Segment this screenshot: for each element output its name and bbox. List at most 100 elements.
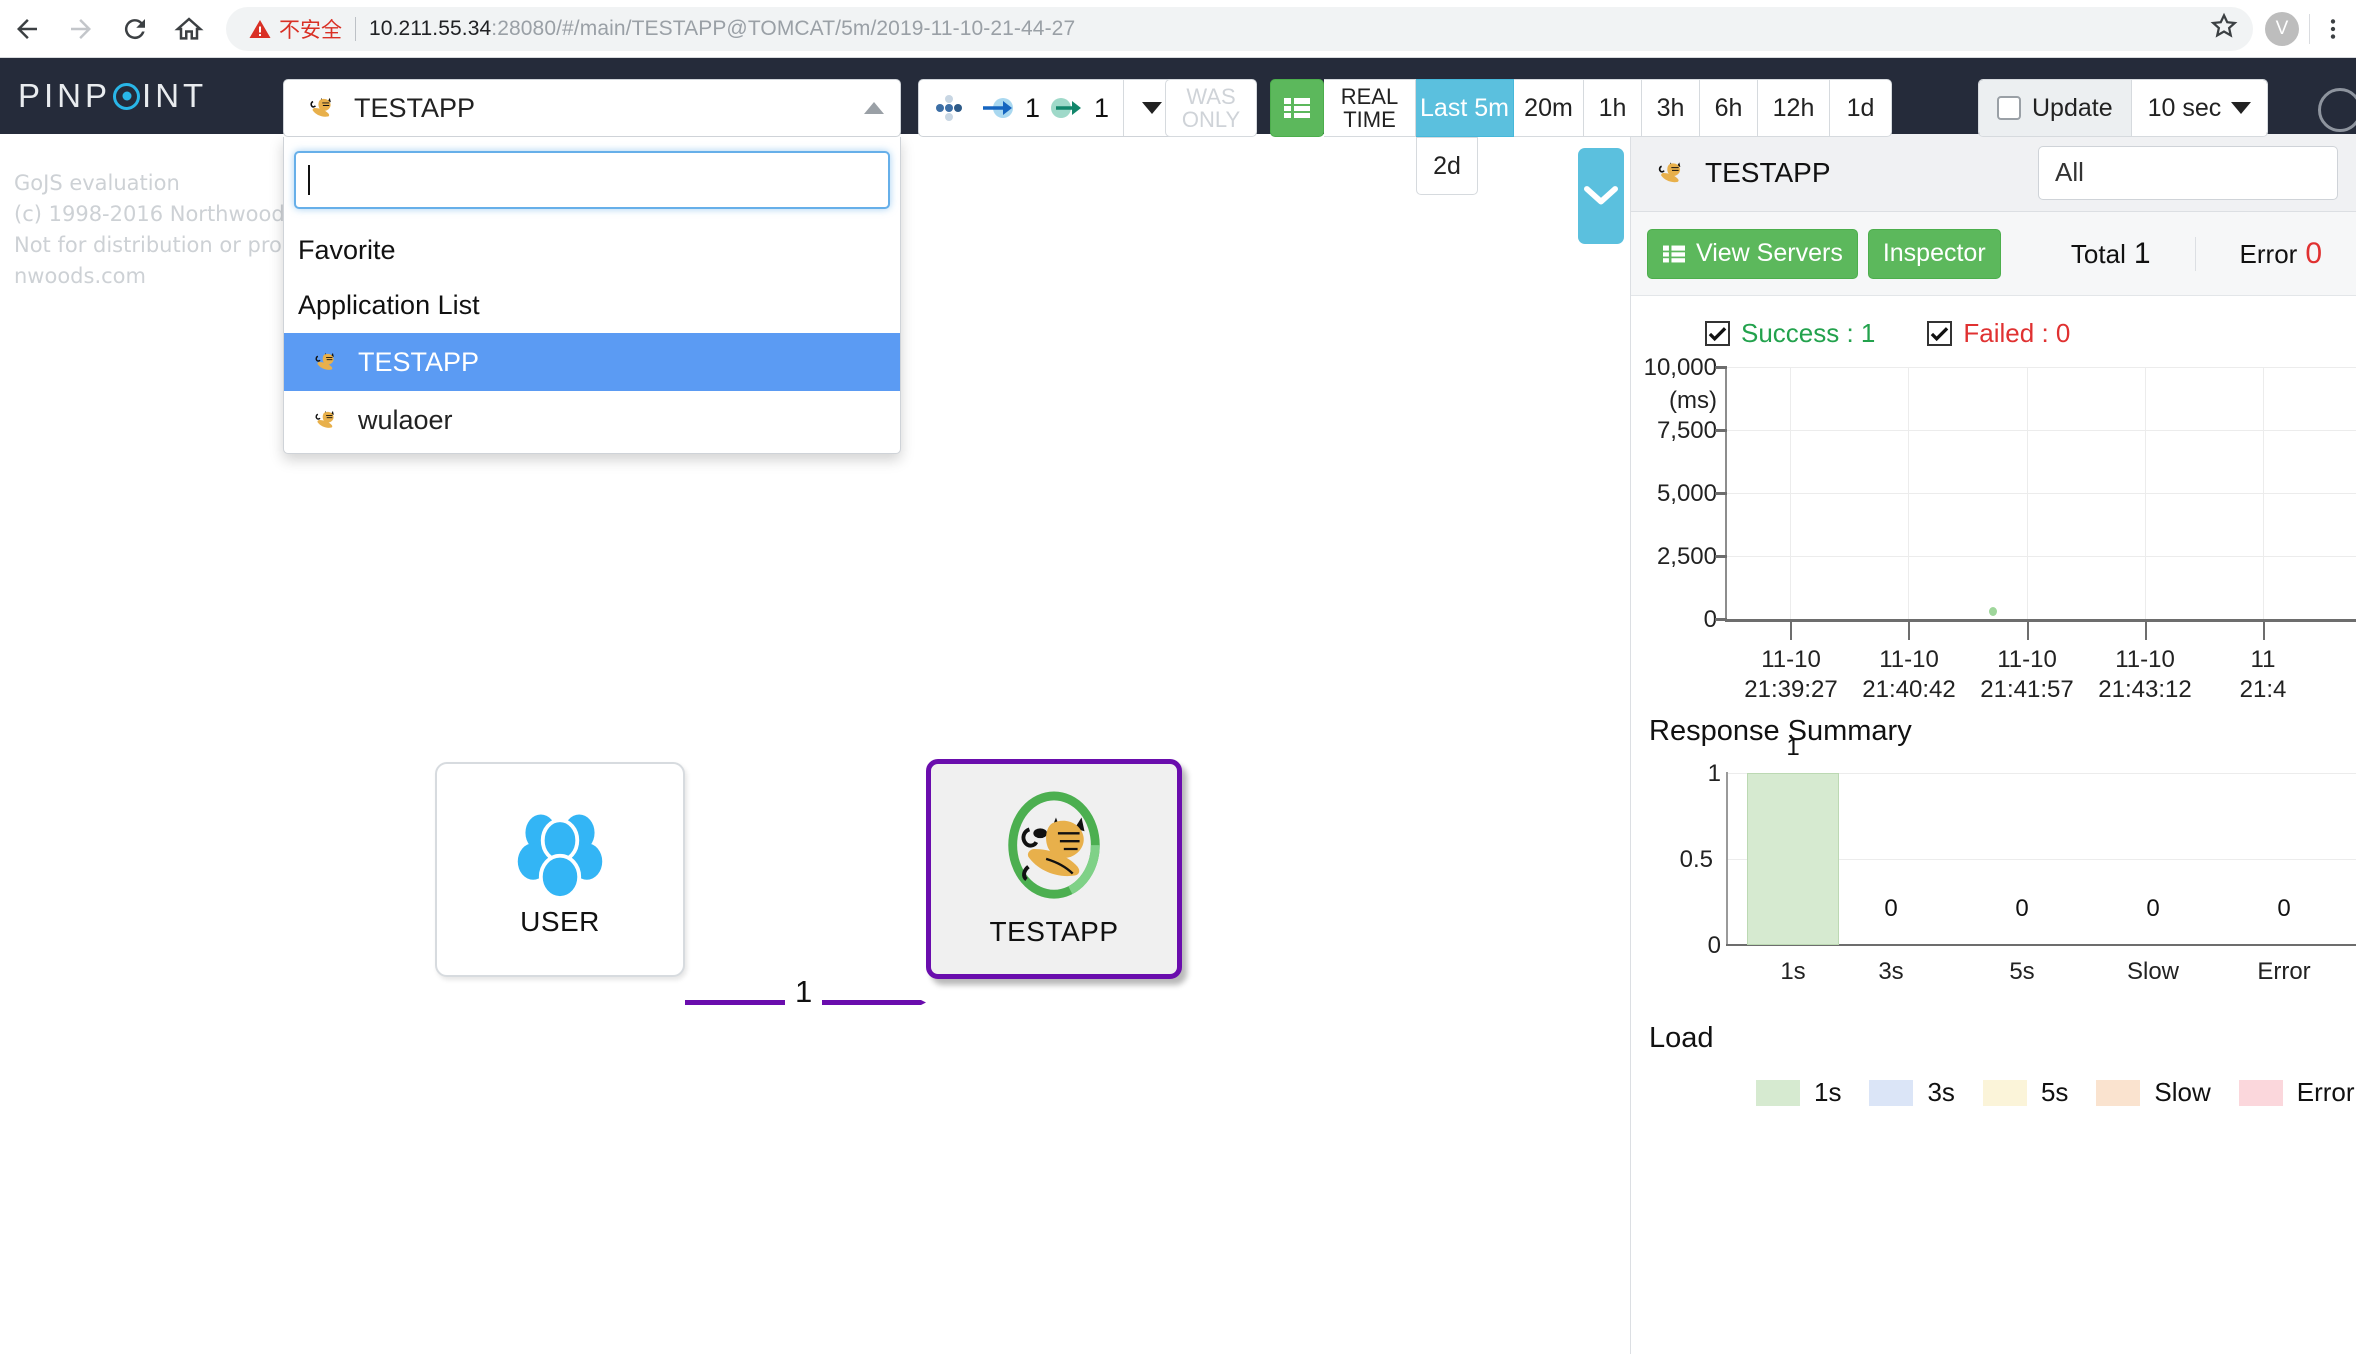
node-count-widget[interactable]: 1 1 bbox=[918, 79, 1181, 137]
success-toggle[interactable]: Success : 1 bbox=[1705, 318, 1875, 349]
dropdown-item-label: TESTAPP bbox=[358, 347, 479, 378]
tick bbox=[1715, 366, 1727, 369]
total-value: 1 bbox=[2134, 237, 2151, 271]
range-button-last-5m[interactable]: Last 5m bbox=[1416, 79, 1514, 137]
rs-value-error: 0 bbox=[2239, 895, 2329, 923]
scatter-xtick-0: 11-10 21:39:27 bbox=[1726, 645, 1856, 705]
text-cursor bbox=[308, 165, 310, 195]
application-search-input[interactable] bbox=[294, 151, 890, 209]
application-dropdown[interactable]: Favorite Application List TESTAPP wulaoe… bbox=[283, 137, 901, 454]
logo-ring-icon bbox=[113, 83, 140, 110]
inbound-count: 1 bbox=[1025, 93, 1040, 124]
load-legend-item-5s[interactable]: 5s bbox=[1983, 1077, 2068, 1108]
was-only-button[interactable]: WAS ONLY bbox=[1165, 79, 1257, 137]
range-button-20m[interactable]: 20m bbox=[1514, 79, 1584, 137]
rs-ytick-05: 0.5 bbox=[1671, 846, 1713, 874]
range-button-1h[interactable]: 1h bbox=[1584, 79, 1642, 137]
load-legend-item-1s[interactable]: 1s bbox=[1756, 1077, 1841, 1108]
home-button[interactable] bbox=[162, 2, 216, 56]
failed-checkbox[interactable] bbox=[1927, 321, 1952, 346]
browser-toolbar: 不安全 10.211.55.34:28080/#/main/TESTAPP@TO… bbox=[0, 0, 2356, 58]
range-button-6h[interactable]: 6h bbox=[1700, 79, 1758, 137]
tomcat-icon bbox=[1649, 153, 1691, 193]
dropdown-item-testapp[interactable]: TESTAPP bbox=[284, 333, 900, 391]
inspector-button[interactable]: Inspector bbox=[1868, 229, 2001, 279]
error-value: 0 bbox=[2305, 237, 2322, 271]
url-path: :28080/#/main/TESTAPP@TOMCAT/5m/2019-11-… bbox=[491, 17, 1075, 40]
tick bbox=[1715, 618, 1727, 621]
header-right-circle-icon[interactable] bbox=[2318, 88, 2356, 132]
scatter-xtick-2: 11-10 21:41:57 bbox=[1962, 645, 2092, 705]
load-legend: 1s 3s 5s Slow Error bbox=[1631, 1055, 2356, 1108]
tomcat-icon bbox=[995, 790, 1113, 908]
tick bbox=[2027, 622, 2029, 640]
load-legend-label: 5s bbox=[2041, 1077, 2068, 1108]
failed-toggle[interactable]: Failed : 0 bbox=[1927, 318, 2070, 349]
servermap-node-testapp[interactable]: TESTAPP bbox=[926, 759, 1182, 979]
range-button-12h[interactable]: 12h bbox=[1758, 79, 1830, 137]
load-legend-item-3s[interactable]: 3s bbox=[1869, 1077, 1954, 1108]
omnibox-divider bbox=[355, 17, 356, 41]
range-button-1d[interactable]: 1d bbox=[1830, 79, 1892, 137]
dropdown-item-wulaoer[interactable]: wulaoer bbox=[284, 391, 900, 449]
view-servers-button[interactable]: View Servers bbox=[1647, 229, 1858, 279]
pinpoint-logo[interactable]: PINPINT bbox=[0, 77, 280, 115]
dropdown-group-favorite: Favorite bbox=[284, 223, 900, 278]
forward-button[interactable] bbox=[54, 2, 108, 56]
load-legend-label: Error bbox=[2297, 1077, 2355, 1108]
load-legend-item-error[interactable]: Error bbox=[2239, 1077, 2355, 1108]
servermap-edge-count[interactable]: 1 bbox=[785, 974, 822, 1010]
update-checkbox-wrap[interactable]: Update bbox=[1979, 80, 2131, 136]
rs-bar-1s[interactable] bbox=[1747, 773, 1839, 945]
list-view-button[interactable] bbox=[1270, 79, 1324, 137]
address-bar[interactable]: 不安全 10.211.55.34:28080/#/main/TESTAPP@TO… bbox=[226, 7, 2253, 51]
home-icon bbox=[174, 14, 204, 44]
real-time-button[interactable]: REAL TIME bbox=[1324, 79, 1416, 137]
load-legend-swatch bbox=[1869, 1080, 1913, 1106]
range-label: Last 5m bbox=[1420, 94, 1509, 123]
agent-filter-select[interactable]: All bbox=[2038, 146, 2338, 200]
bookmark-star-icon[interactable] bbox=[2209, 11, 2239, 46]
gridline bbox=[1727, 430, 2356, 431]
range-label: 2d bbox=[1433, 152, 1461, 181]
range-label: 6h bbox=[1715, 94, 1743, 123]
browser-menu-button[interactable] bbox=[2310, 16, 2356, 42]
range-button-2d[interactable]: 2d bbox=[1416, 137, 1478, 195]
chevron-down-icon bbox=[1142, 102, 1162, 114]
response-summary-chart[interactable]: 1 0.5 0 1 0 0 0 0 1s 3s 5s Slow Error bbox=[1631, 762, 2356, 1002]
security-warning[interactable]: 不安全 bbox=[248, 14, 342, 44]
application-selector-value: TESTAPP bbox=[354, 93, 475, 124]
panel-collapse-toggle[interactable] bbox=[1578, 148, 1624, 244]
update-checkbox[interactable] bbox=[1997, 96, 2021, 120]
profile-avatar[interactable]: V bbox=[2265, 12, 2299, 46]
rs-value-5s: 0 bbox=[1977, 895, 2067, 923]
application-selector[interactable]: TESTAPP bbox=[283, 79, 901, 137]
gridline bbox=[2027, 367, 2028, 619]
refresh-interval-select[interactable]: 10 sec bbox=[2131, 80, 2268, 136]
panel-title: TESTAPP bbox=[1705, 157, 1831, 189]
success-checkbox[interactable] bbox=[1705, 321, 1730, 346]
load-legend-label: Slow bbox=[2154, 1077, 2210, 1108]
tomcat-icon bbox=[306, 403, 344, 437]
real-time-line1: REAL bbox=[1341, 85, 1398, 108]
load-legend-item-slow[interactable]: Slow bbox=[2096, 1077, 2210, 1108]
xtick-date: 11 bbox=[2198, 645, 2328, 675]
xtick-date: 11-10 bbox=[1962, 645, 2092, 675]
reload-icon bbox=[120, 14, 150, 44]
scatter-point[interactable] bbox=[1989, 607, 1997, 616]
servermap-node-user[interactable]: USER bbox=[435, 762, 685, 977]
response-scatter-chart[interactable]: 10,000 (ms) 7,500 5,000 2,500 0 11-10 21… bbox=[1631, 363, 2356, 693]
total-count: Total 1 bbox=[2071, 237, 2151, 271]
range-button-3h[interactable]: 3h bbox=[1642, 79, 1700, 137]
range-label: 3h bbox=[1657, 94, 1685, 123]
security-warning-label: 不安全 bbox=[279, 14, 342, 44]
load-legend-swatch bbox=[1983, 1080, 2027, 1106]
list-view-icon bbox=[1283, 95, 1311, 121]
reload-button[interactable] bbox=[108, 2, 162, 56]
was-only-line1: WAS bbox=[1182, 85, 1240, 108]
rs-ytick-0: 0 bbox=[1679, 932, 1721, 960]
back-button[interactable] bbox=[0, 2, 54, 56]
agent-filter-value: All bbox=[2055, 157, 2084, 188]
dropdown-group-application-list: Application List bbox=[284, 278, 900, 333]
gridline bbox=[1727, 493, 2356, 494]
